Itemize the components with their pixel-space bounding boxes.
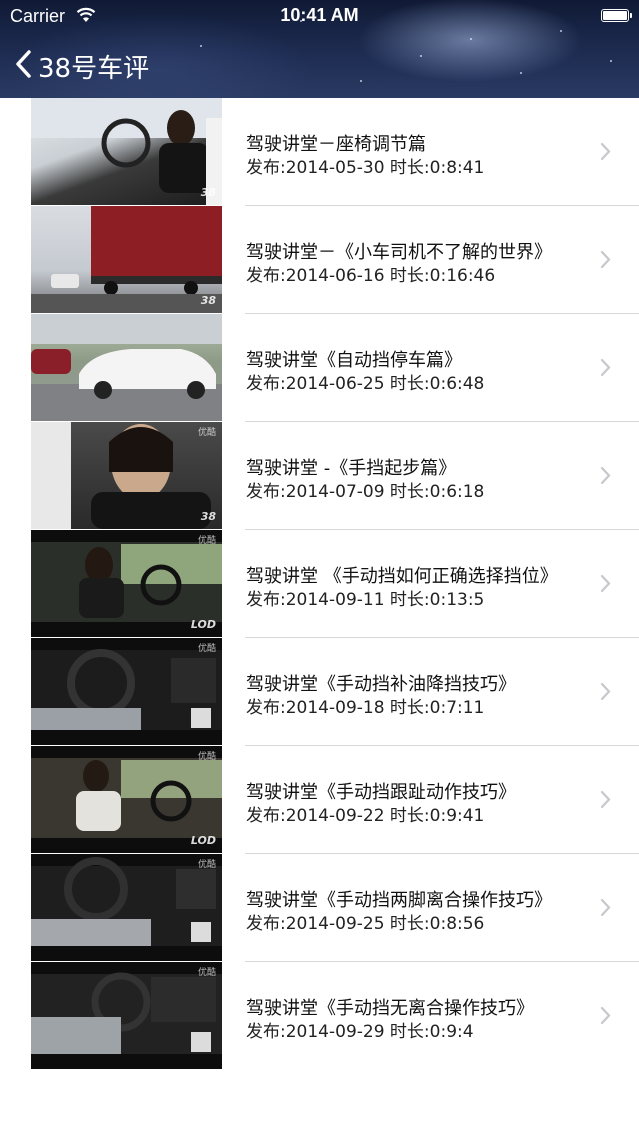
video-meta: 发布:2014-06-16 时长:0:16:46 [246, 266, 496, 286]
thumbnail-badge: 38 [200, 510, 216, 523]
thumbnail-badge: 38 [200, 294, 216, 307]
star-decoration [420, 55, 422, 57]
video-thumbnail: 38 [31, 98, 222, 205]
thumbnail-scene [31, 98, 222, 205]
status-bar: Carrier 10:41 AM [0, 0, 639, 32]
chevron-right-icon [600, 250, 611, 273]
battery-icon [601, 9, 632, 22]
chevron-right-icon [600, 898, 611, 921]
star-decoration [520, 72, 522, 74]
thumbnail-watermark: 优酷 [197, 644, 216, 654]
chevron-right-icon [600, 682, 611, 705]
video-thumbnail: 优酷 LOD [31, 530, 222, 637]
video-thumbnail: 优酷 [31, 962, 222, 1069]
video-meta: 发布:2014-09-11 时长:0:13:5 [246, 590, 485, 610]
thumbnail-watermark: 优酷 [197, 752, 216, 762]
video-meta: 发布:2014-09-29 时长:0:9:4 [246, 1022, 474, 1042]
back-button[interactable]: 38号车评 [14, 48, 149, 84]
video-meta: 发布:2014-09-18 时长:0:7:11 [246, 698, 485, 718]
video-list-item[interactable]: 优酷 驾驶讲堂《手动挡补油降挡技巧》 发布:2014-09-18 时长:0:7:… [0, 638, 639, 746]
chevron-right-icon [600, 466, 611, 489]
video-list-item[interactable]: 优酷 38 驾驶讲堂 -《手挡起步篇》 发布:2014-07-09 时长:0:6… [0, 422, 639, 530]
thumbnail-watermark: 优酷 [197, 860, 216, 870]
thumbnail-scene [31, 649, 222, 730]
video-thumbnail: 优酷 [31, 854, 222, 961]
video-thumbnail: 优酷 38 [31, 422, 222, 529]
thumbnail-badge: 38 [200, 186, 216, 199]
video-meta: 发布:2014-06-25 时长:0:6:48 [246, 374, 485, 394]
thumbnail-scene [31, 314, 222, 421]
thumbnail-watermark: 优酷 [197, 968, 216, 978]
thumbnail-scene [31, 422, 211, 529]
video-list-item[interactable]: 38 驾驶讲堂－《小车司机不了解的世界》 发布:2014-06-16 时长:0:… [0, 206, 639, 314]
video-list: 38 驾驶讲堂－座椅调节篇 发布:2014-05-30 时长:0:8:41 38… [0, 98, 639, 1070]
thumbnail-badge: LOD [190, 834, 216, 847]
chevron-left-icon [14, 49, 32, 83]
video-list-item[interactable]: 优酷 驾驶讲堂《手动挡无离合操作技巧》 发布:2014-09-29 时长:0:9… [0, 962, 639, 1070]
star-decoration [360, 80, 362, 82]
video-thumbnail [31, 314, 222, 421]
chevron-right-icon [600, 358, 611, 381]
star-decoration [200, 45, 202, 47]
video-meta: 发布:2014-09-22 时长:0:9:41 [246, 806, 485, 826]
status-time: 10:41 AM [280, 5, 359, 25]
video-list-item[interactable]: 38 驾驶讲堂－座椅调节篇 发布:2014-05-30 时长:0:8:41 [0, 98, 639, 206]
video-meta: 发布:2014-09-25 时长:0:8:56 [246, 914, 485, 934]
chevron-right-icon [600, 790, 611, 813]
video-meta: 发布:2014-07-09 时长:0:6:18 [246, 482, 485, 502]
video-thumbnail: 优酷 LOD [31, 746, 222, 853]
video-thumbnail: 优酷 [31, 638, 222, 745]
thumbnail-watermark: 优酷 [197, 536, 216, 546]
nav-bar: Carrier 10:41 AM 38号车评 [0, 0, 639, 98]
chevron-right-icon [600, 142, 611, 165]
video-list-item[interactable]: 优酷 LOD 驾驶讲堂 《手动挡如何正确选择挡位》 发布:2014-09-11 … [0, 530, 639, 638]
video-list-item[interactable]: 驾驶讲堂《自动挡停车篇》 发布:2014-06-25 时长:0:6:48 [0, 314, 639, 422]
video-meta: 发布:2014-05-30 时长:0:8:41 [246, 158, 485, 178]
thumbnail-scene [31, 857, 222, 946]
page-title: 38号车评 [38, 53, 150, 84]
star-decoration [470, 38, 472, 40]
video-list-item[interactable]: 优酷 LOD 驾驶讲堂《手动挡跟趾动作技巧》 发布:2014-09-22 时长:… [0, 746, 639, 854]
chevron-right-icon [600, 1006, 611, 1029]
star-decoration [610, 60, 612, 62]
thumbnail-badge: LOD [190, 618, 216, 631]
thumbnail-scene [31, 206, 222, 313]
video-thumbnail: 38 [31, 206, 222, 313]
thumbnail-watermark: 优酷 [197, 428, 216, 438]
chevron-right-icon [600, 574, 611, 597]
video-list-item[interactable]: 优酷 驾驶讲堂《手动挡两脚离合操作技巧》 发布:2014-09-25 时长:0:… [0, 854, 639, 962]
thumbnail-scene [31, 972, 222, 1054]
